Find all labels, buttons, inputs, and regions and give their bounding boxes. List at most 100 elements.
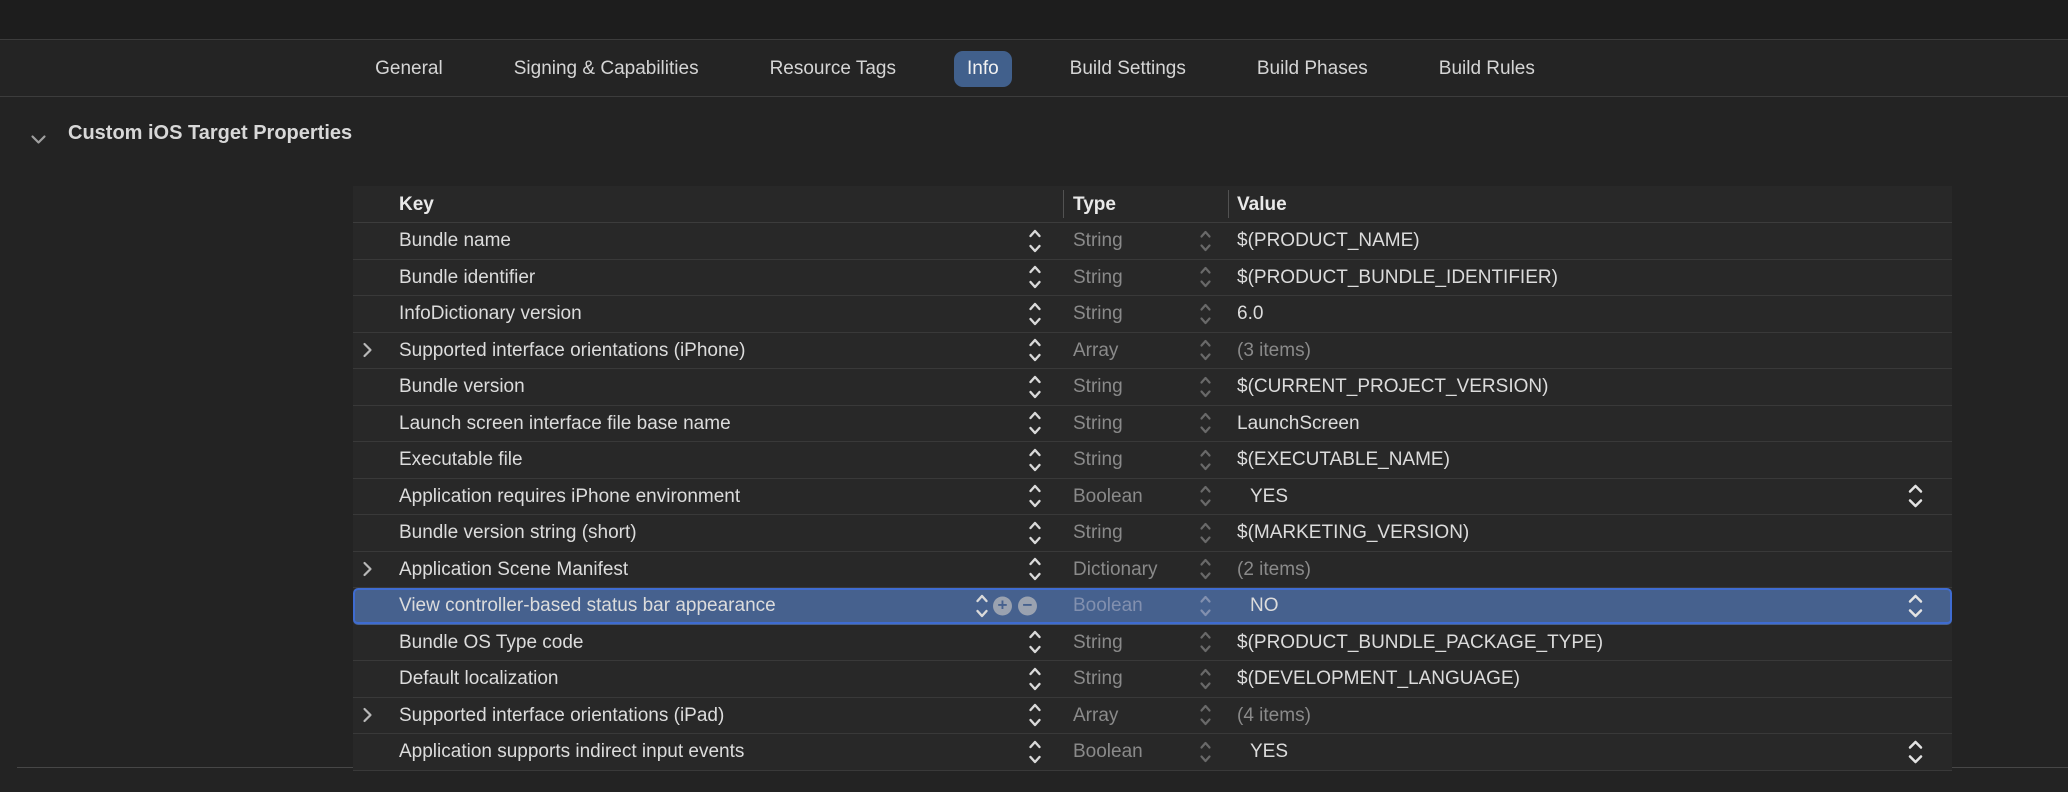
- key-stepper-icon[interactable]: [1028, 447, 1042, 473]
- value-dropdown-icon[interactable]: [1907, 738, 1924, 766]
- property-key-label: Supported interface orientations (iPad): [399, 698, 724, 735]
- property-type-label: Array: [1073, 698, 1118, 735]
- key-stepper-icon[interactable]: [1028, 374, 1042, 400]
- table-header-row: Key Type Value: [353, 186, 1952, 223]
- key-stepper-icon[interactable]: [1028, 301, 1042, 327]
- key-stepper-icon[interactable]: [1028, 264, 1042, 290]
- key-stepper-icon[interactable]: [1028, 337, 1042, 363]
- property-type-label: String: [1073, 223, 1123, 260]
- property-type-label: Array: [1073, 333, 1118, 370]
- key-stepper-icon[interactable]: [1028, 520, 1042, 546]
- type-stepper-icon[interactable]: [1199, 448, 1212, 472]
- key-stepper-icon[interactable]: [1028, 410, 1042, 436]
- column-divider: [1228, 190, 1229, 218]
- property-value[interactable]: $(DEVELOPMENT_LANGUAGE): [1237, 661, 1520, 698]
- section-disclosure-chevron-icon[interactable]: [30, 132, 47, 150]
- property-value[interactable]: 6.0: [1237, 296, 1263, 333]
- tab-signing-capabilities[interactable]: Signing & Capabilities: [501, 51, 712, 87]
- value-dropdown-icon[interactable]: [1907, 482, 1924, 510]
- property-value[interactable]: (3 items): [1237, 333, 1311, 370]
- key-stepper-icon[interactable]: [1028, 702, 1042, 728]
- property-value[interactable]: $(PRODUCT_BUNDLE_IDENTIFIER): [1237, 260, 1558, 297]
- property-key-label: Application Scene Manifest: [399, 552, 628, 589]
- table-row[interactable]: Default localization + − String $(DEVELO…: [353, 661, 1952, 698]
- key-stepper-icon[interactable]: [1028, 228, 1042, 254]
- property-value[interactable]: $(MARKETING_VERSION): [1237, 515, 1469, 552]
- table-row[interactable]: Bundle version string (short) + − String…: [353, 515, 1952, 552]
- tab-resource-tags[interactable]: Resource Tags: [757, 51, 909, 87]
- property-value[interactable]: (2 items): [1237, 552, 1311, 589]
- property-value[interactable]: $(EXECUTABLE_NAME): [1237, 442, 1450, 479]
- tab-build-phases[interactable]: Build Phases: [1244, 51, 1381, 87]
- key-stepper-icon[interactable]: [1028, 556, 1042, 582]
- table-row[interactable]: Application requires iPhone environment …: [353, 479, 1952, 516]
- property-value[interactable]: NO: [1250, 588, 1279, 625]
- property-key-label: Launch screen interface file base name: [399, 406, 731, 443]
- table-row[interactable]: Supported interface orientations (iPad) …: [353, 698, 1952, 735]
- property-key-label: Bundle name: [399, 223, 511, 260]
- property-type-label: String: [1073, 625, 1123, 662]
- property-value[interactable]: (4 items): [1237, 698, 1311, 735]
- key-stepper-icon[interactable]: [1028, 483, 1042, 509]
- tab-build-rules[interactable]: Build Rules: [1426, 51, 1548, 87]
- table-row[interactable]: Bundle OS Type code + − String $(PRODUCT…: [353, 625, 1952, 662]
- type-stepper-icon[interactable]: [1199, 338, 1212, 362]
- type-stepper-icon[interactable]: [1199, 667, 1212, 691]
- table-row[interactable]: InfoDictionary version + − String 6.0: [353, 296, 1952, 333]
- tab-build-settings[interactable]: Build Settings: [1057, 51, 1199, 87]
- type-stepper-icon[interactable]: [1199, 411, 1212, 435]
- tab-general[interactable]: General: [362, 51, 456, 87]
- property-value[interactable]: LaunchScreen: [1237, 406, 1360, 443]
- table-row[interactable]: View controller-based status bar appeara…: [353, 588, 1952, 625]
- type-stepper-icon[interactable]: [1199, 557, 1212, 581]
- column-header-key: Key: [399, 186, 434, 223]
- property-key-label: Application supports indirect input even…: [399, 734, 744, 771]
- row-disclosure-chevron-icon[interactable]: [362, 342, 373, 359]
- type-stepper-icon[interactable]: [1199, 265, 1212, 289]
- property-key-label: Bundle OS Type code: [399, 625, 584, 662]
- property-key-label: Executable file: [399, 442, 523, 479]
- property-value[interactable]: $(PRODUCT_BUNDLE_PACKAGE_TYPE): [1237, 625, 1603, 662]
- type-stepper-icon[interactable]: [1199, 703, 1212, 727]
- row-disclosure-chevron-icon[interactable]: [362, 707, 373, 724]
- table-row[interactable]: Application Scene Manifest + − Dictionar…: [353, 552, 1952, 589]
- type-stepper-icon[interactable]: [1199, 594, 1212, 618]
- type-stepper-icon[interactable]: [1199, 302, 1212, 326]
- type-stepper-icon[interactable]: [1199, 740, 1212, 764]
- type-stepper-icon[interactable]: [1199, 630, 1212, 654]
- type-stepper-icon[interactable]: [1199, 484, 1212, 508]
- property-type-label: String: [1073, 260, 1123, 297]
- property-type-label: String: [1073, 515, 1123, 552]
- column-header-type: Type: [1073, 186, 1116, 223]
- property-key-label: Bundle version: [399, 369, 525, 406]
- key-stepper-icon[interactable]: [1028, 666, 1042, 692]
- property-value[interactable]: YES: [1250, 734, 1288, 771]
- property-key-label: Bundle version string (short): [399, 515, 637, 552]
- property-key-label: Application requires iPhone environment: [399, 479, 740, 516]
- property-key-label: View controller-based status bar appeara…: [399, 588, 776, 625]
- property-value[interactable]: $(PRODUCT_NAME): [1237, 223, 1420, 260]
- table-row[interactable]: Bundle name + − String $(PRODUCT_NAME): [353, 223, 1952, 260]
- row-disclosure-chevron-icon[interactable]: [362, 561, 373, 578]
- table-row[interactable]: Executable file + − String $(EXECUTABLE_…: [353, 442, 1952, 479]
- key-stepper-icon[interactable]: [975, 593, 989, 619]
- property-type-label: String: [1073, 442, 1123, 479]
- value-dropdown-icon[interactable]: [1907, 592, 1924, 620]
- table-row[interactable]: Application supports indirect input even…: [353, 734, 1952, 771]
- table-row[interactable]: Launch screen interface file base name +…: [353, 406, 1952, 443]
- key-stepper-icon[interactable]: [1028, 629, 1042, 655]
- remove-button[interactable]: −: [1018, 596, 1037, 615]
- property-key-label: InfoDictionary version: [399, 296, 582, 333]
- tab-info[interactable]: Info: [954, 51, 1012, 87]
- table-row[interactable]: Supported interface orientations (iPhone…: [353, 333, 1952, 370]
- property-value[interactable]: $(CURRENT_PROJECT_VERSION): [1237, 369, 1548, 406]
- type-stepper-icon[interactable]: [1199, 229, 1212, 253]
- key-stepper-icon[interactable]: [1028, 739, 1042, 765]
- property-value[interactable]: YES: [1250, 479, 1288, 516]
- table-row[interactable]: Bundle identifier + − String $(PRODUCT_B…: [353, 260, 1952, 297]
- type-stepper-icon[interactable]: [1199, 521, 1212, 545]
- table-row[interactable]: Bundle version + − String $(CURRENT_PROJ…: [353, 369, 1952, 406]
- property-type-label: Boolean: [1073, 479, 1143, 516]
- type-stepper-icon[interactable]: [1199, 375, 1212, 399]
- add-button[interactable]: +: [993, 596, 1012, 615]
